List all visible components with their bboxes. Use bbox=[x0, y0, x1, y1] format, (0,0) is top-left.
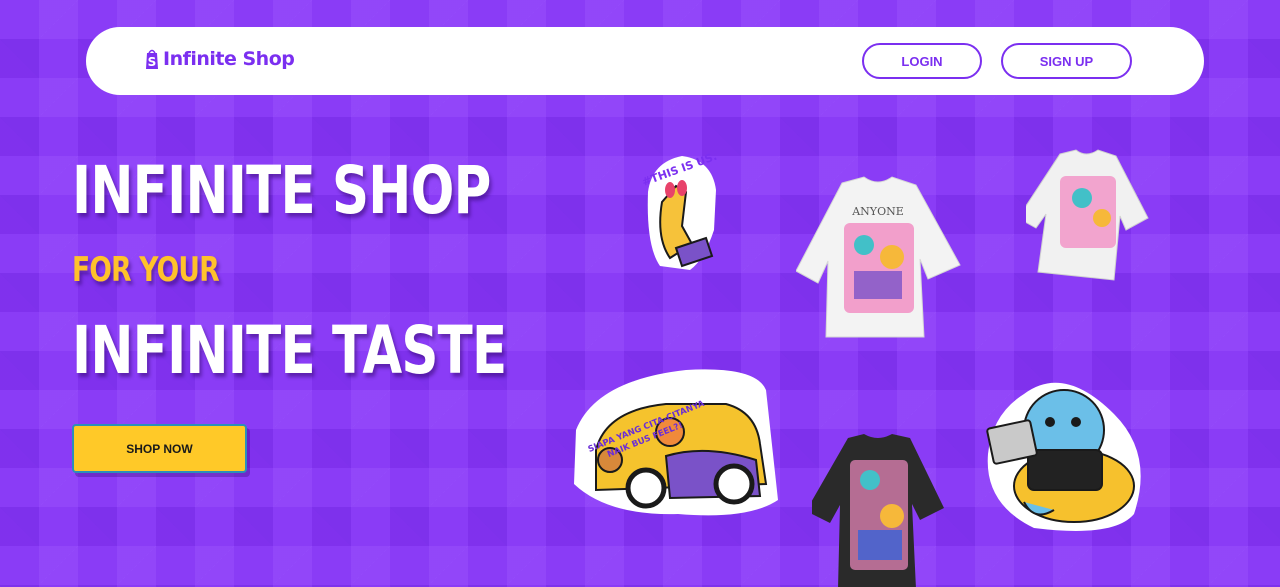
tshirt-white-anyone[interactable]: ANYONE bbox=[796, 175, 962, 357]
svg-text:ANYONE: ANYONE bbox=[851, 205, 904, 218]
shopping-bag-icon: S bbox=[146, 49, 158, 69]
sticker-car[interactable]: SIAPA YANG CITA-CITANYA NAIK BUS FEEL?! bbox=[566, 360, 780, 530]
hero-title-line2: FOR YOUR bbox=[72, 250, 220, 290]
top-navbar: S Infinite Shop LOGIN SIGN UP bbox=[86, 27, 1204, 95]
brand-logo[interactable]: S Infinite Shop bbox=[144, 48, 295, 70]
sticker-this-is-us[interactable]: #THIS IS US. bbox=[640, 152, 722, 274]
tshirt-black[interactable] bbox=[812, 432, 946, 587]
sticker-whale-laptop[interactable] bbox=[984, 374, 1154, 534]
signup-button[interactable]: SIGN UP bbox=[1001, 43, 1132, 79]
svg-text:S: S bbox=[148, 55, 157, 69]
hero-title-line1: INFINITE SHOP bbox=[72, 152, 491, 229]
shop-now-button[interactable]: SHOP NOW bbox=[72, 424, 247, 473]
tshirt-white-small[interactable] bbox=[1026, 146, 1150, 292]
login-button[interactable]: LOGIN bbox=[862, 43, 982, 79]
brand-name: Infinite Shop bbox=[163, 48, 295, 70]
hero-title-line3: INFINITE TASTE bbox=[72, 312, 507, 389]
